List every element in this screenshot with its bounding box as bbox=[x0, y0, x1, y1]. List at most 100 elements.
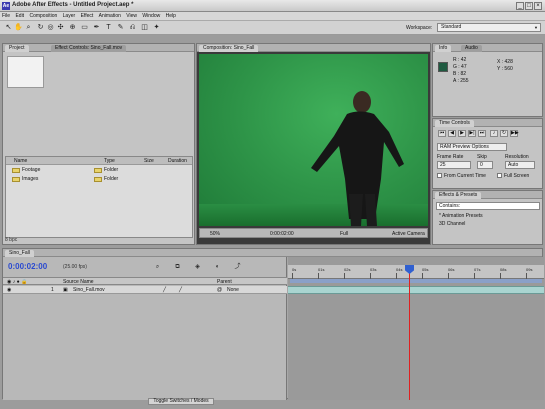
menu-view[interactable]: View bbox=[124, 12, 139, 20]
layer-name[interactable]: Sino_Fall.mov bbox=[73, 286, 105, 294]
effects-search-input[interactable]: Contains: bbox=[436, 202, 540, 210]
item-name: Images bbox=[22, 176, 39, 182]
rotate-tool-icon[interactable]: ↻ bbox=[36, 23, 45, 32]
skip-field[interactable]: 0 bbox=[477, 161, 493, 169]
table-row[interactable]: ◉ 1 ▣ Sino_Fall.mov ╱ ╱ @ None bbox=[3, 286, 287, 294]
draft-3d-icon[interactable]: ◈ bbox=[193, 263, 202, 272]
orbit-camera-tool-icon[interactable]: ◎ bbox=[46, 23, 55, 32]
ram-preview-icon[interactable]: ▶▶ bbox=[510, 130, 519, 137]
toggle-switches-modes-button[interactable]: Toggle Switches / Modes bbox=[148, 398, 214, 405]
comp-flowchart-icon[interactable]: ⧉ bbox=[173, 263, 182, 272]
work-area-bar[interactable] bbox=[290, 279, 542, 283]
menu-edit[interactable]: Edit bbox=[13, 12, 26, 20]
ruler-tick-label: 02s bbox=[344, 267, 351, 272]
parent-spiral-icon[interactable]: @ bbox=[217, 286, 222, 294]
parent-select[interactable]: None bbox=[227, 286, 239, 294]
track-xy-tool-icon[interactable]: ✣ bbox=[56, 23, 65, 32]
zoom-tool-icon[interactable]: ⌕ bbox=[24, 23, 33, 32]
maximize-button[interactable]: □ bbox=[525, 2, 533, 10]
full-screen-label: Full Screen bbox=[504, 173, 530, 179]
next-frame-icon[interactable]: ▶| bbox=[468, 130, 476, 137]
first-frame-icon[interactable]: ⏮ bbox=[438, 130, 446, 137]
minimize-button[interactable]: _ bbox=[516, 2, 524, 10]
project-bpc[interactable]: 8 bpc bbox=[5, 237, 17, 243]
window-title: Adobe After Effects - Untitled Project.a… bbox=[12, 2, 134, 8]
resolution-select[interactable]: Auto bbox=[505, 161, 535, 169]
eraser-tool-icon[interactable]: ◫ bbox=[140, 23, 149, 32]
timeline-panel: Sino_Fall 0:00:02:00 (25.00 fps) ⌕ ⧉ ◈ ◐… bbox=[2, 248, 544, 400]
clone-stamp-tool-icon[interactable]: ⎌ bbox=[128, 23, 137, 32]
loop-icon[interactable]: ↻ bbox=[500, 130, 508, 137]
hand-tool-icon[interactable]: ✋ bbox=[14, 23, 23, 32]
info-panel: Info Audio R : 42 G : 47 B : 82 A : 255 … bbox=[432, 43, 543, 117]
frame-rate-select[interactable]: 25 bbox=[437, 161, 471, 169]
col-parent[interactable]: Parent bbox=[217, 279, 232, 285]
search-icon[interactable]: ⌕ bbox=[153, 263, 162, 272]
composition-viewer[interactable] bbox=[199, 54, 428, 226]
camera-select[interactable]: Active Camera bbox=[392, 230, 425, 238]
fx-switch-icon[interactable]: ╱ bbox=[179, 286, 182, 294]
menu-composition[interactable]: Composition bbox=[27, 12, 59, 20]
pen-tool-icon[interactable]: ✒ bbox=[92, 23, 101, 32]
selection-tool-icon[interactable]: ↖ bbox=[4, 23, 13, 32]
tab-info[interactable]: Info bbox=[435, 45, 452, 52]
app-icon: Ae bbox=[2, 2, 10, 10]
play-icon[interactable]: ▶ bbox=[458, 130, 466, 137]
full-screen-checkbox[interactable] bbox=[497, 173, 502, 178]
resolution-select[interactable]: Full bbox=[340, 230, 348, 238]
prev-frame-icon[interactable]: ◀ bbox=[448, 130, 456, 137]
frame-rate-label: Frame Rate bbox=[437, 154, 464, 160]
text-tool-icon[interactable]: T bbox=[104, 23, 113, 32]
timeline-timecode[interactable]: 0:00:02:00 bbox=[8, 262, 47, 271]
ruler-tick-label: 05s bbox=[422, 267, 429, 272]
menu-window[interactable]: Window bbox=[140, 12, 162, 20]
tab-composition[interactable]: Composition: Sino_Fall bbox=[199, 45, 259, 52]
ram-preview-select[interactable]: RAM Preview Options bbox=[437, 143, 507, 151]
pan-behind-tool-icon[interactable]: ⊕ bbox=[68, 23, 77, 32]
folder-icon bbox=[12, 168, 20, 173]
timeline-graph[interactable]: 0s 01s 02s 03s 04s 05s 06s 07s 08s 09s bbox=[288, 257, 544, 400]
pen-switch-icon[interactable]: ╱ bbox=[163, 286, 166, 294]
list-item[interactable]: Footage Folder bbox=[6, 166, 192, 174]
tab-timeline[interactable]: Sino_Fall bbox=[5, 250, 34, 257]
close-button[interactable]: × bbox=[534, 2, 542, 10]
audio-icon[interactable]: ♪ bbox=[490, 130, 498, 137]
list-item[interactable]: * Animation Presets bbox=[439, 213, 483, 219]
project-list: Name Type Size Duration Footage Folder I… bbox=[5, 156, 193, 238]
col-source-name[interactable]: Source Name bbox=[63, 279, 94, 285]
col-type[interactable]: Type bbox=[104, 158, 115, 164]
workspace-select[interactable]: Standard bbox=[437, 23, 541, 32]
comp-timecode[interactable]: 0:00:02:00 bbox=[270, 230, 294, 238]
col-size[interactable]: Size bbox=[144, 158, 154, 164]
layer-duration-bar[interactable] bbox=[288, 286, 544, 294]
tab-effect-controls[interactable]: Effect Controls: Sino_Fall.mov bbox=[51, 45, 127, 52]
motion-blur-icon[interactable]: ◐ bbox=[213, 263, 222, 272]
info-r: R : 42 bbox=[453, 57, 467, 63]
timeline-columns: ◉ ♪ ● 🔒 Source Name Parent bbox=[3, 277, 287, 285]
puppet-pin-tool-icon[interactable]: ✦ bbox=[152, 23, 161, 32]
col-duration[interactable]: Duration bbox=[168, 158, 187, 164]
time-ruler[interactable]: 0s 01s 02s 03s 04s 05s 06s 07s 08s 09s bbox=[288, 265, 544, 279]
tab-effects-presets[interactable]: Effects & Presets bbox=[435, 192, 482, 199]
menu-layer[interactable]: Layer bbox=[61, 12, 78, 20]
eye-icon[interactable]: ◉ bbox=[7, 286, 11, 294]
tab-project[interactable]: Project bbox=[5, 45, 29, 52]
ruler-tick-label: 0s bbox=[292, 267, 297, 272]
menu-effect[interactable]: Effect bbox=[79, 12, 96, 20]
menu-file[interactable]: File bbox=[0, 12, 12, 20]
brush-tool-icon[interactable]: ✎ bbox=[116, 23, 125, 32]
rectangle-mask-tool-icon[interactable]: ▭ bbox=[80, 23, 89, 32]
current-time-indicator[interactable] bbox=[409, 265, 410, 400]
tab-time-controls[interactable]: Time Controls bbox=[435, 120, 474, 127]
menu-animation[interactable]: Animation bbox=[97, 12, 123, 20]
list-item[interactable]: 3D Channel bbox=[439, 221, 465, 227]
last-frame-icon[interactable]: ⏭ bbox=[478, 130, 486, 137]
graph-editor-icon[interactable]: ⤴ bbox=[233, 263, 242, 272]
menu-help[interactable]: Help bbox=[164, 12, 178, 20]
tab-audio[interactable]: Audio bbox=[461, 45, 482, 52]
project-thumbnail bbox=[7, 56, 44, 88]
list-item[interactable]: Images Folder bbox=[6, 175, 192, 183]
from-current-checkbox[interactable] bbox=[437, 173, 442, 178]
zoom-select[interactable]: 50% bbox=[210, 230, 220, 238]
col-name[interactable]: Name bbox=[14, 158, 27, 164]
